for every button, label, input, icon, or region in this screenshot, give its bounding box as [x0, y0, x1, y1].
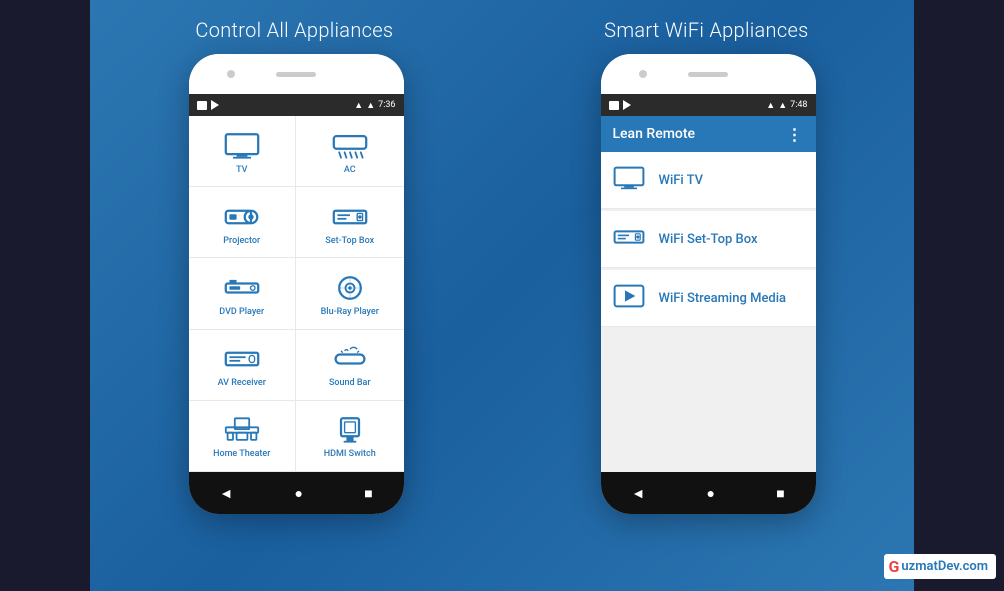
battery-small-icon — [197, 101, 207, 110]
grid-item-avreceiver[interactable]: AV Receiver — [189, 330, 297, 401]
settopbox-icon — [332, 203, 368, 231]
grid-item-settopbox[interactable]: Set-Top Box — [296, 187, 404, 258]
list-item-settopbox[interactable]: WiFi Set-Top Box — [601, 211, 816, 268]
wifitv-icon — [613, 166, 645, 194]
soundbar-icon — [332, 345, 368, 373]
wifi-right-icon: ▲ — [778, 100, 787, 111]
play-icon — [211, 100, 219, 110]
phone-screen-right: ▲ ▲ 7:48 Lean Remote ⋮ — [601, 94, 816, 472]
phone-top-left — [189, 54, 404, 94]
speaker-left — [276, 72, 316, 77]
grid-item-tv[interactable]: TV — [189, 116, 297, 187]
back-btn-right[interactable]: ◄ — [631, 485, 645, 502]
more-options-icon[interactable]: ⋮ — [787, 125, 804, 144]
ac-label: AC — [344, 165, 356, 175]
grid-screen: TV AC — [189, 116, 404, 472]
grid-item-hometheater[interactable]: Home Theater — [189, 401, 297, 472]
status-bar-left: ▲ ▲ 7:36 — [189, 94, 404, 116]
left-phone: ▲ ▲ 7:36 TV — [189, 54, 404, 514]
speaker-right — [688, 72, 728, 77]
right-phone: ▲ ▲ 7:48 Lean Remote ⋮ — [601, 54, 816, 514]
battery-small-right-icon — [609, 101, 619, 110]
section-headers: Control All Appliances Smart WiFi Applia… — [90, 0, 914, 54]
tv-label: TV — [236, 165, 247, 175]
hdmi-label: HDMI Switch — [324, 449, 376, 459]
phone-bottom-right: ◄ ● ■ — [601, 472, 816, 514]
grid-item-projector[interactable]: Projector — [189, 187, 297, 258]
main-content: Control All Appliances Smart WiFi Applia… — [90, 0, 914, 591]
wifi-signal-icon: ▲ — [366, 100, 375, 111]
list-item-streaming[interactable]: WiFi Streaming Media — [601, 270, 816, 327]
app-header: Lean Remote ⋮ — [601, 116, 816, 152]
soundbar-label: Sound Bar — [329, 378, 371, 388]
streaming-label: WiFi Streaming Media — [659, 291, 787, 306]
list-screen: WiFi TV WiFi S — [601, 152, 816, 472]
phone-bottom-left: ◄ ● ■ — [189, 472, 404, 514]
left-section-title: Control All Appliances — [195, 18, 393, 42]
tv-icon — [224, 132, 260, 160]
status-right-icons: ▲ ▲ 7:36 — [354, 100, 395, 111]
phone-top-right — [601, 54, 816, 94]
watermark: G uzmatDev.com — [884, 554, 996, 579]
settopbox-list-label: WiFi Set-Top Box — [659, 232, 758, 247]
play-right-icon — [623, 100, 631, 110]
watermark-text: uzmatDev.com — [901, 559, 988, 574]
signal-icon: ▲ — [354, 100, 363, 111]
grid-item-soundbar[interactable]: Sound Bar — [296, 330, 404, 401]
avreceiver-label: AV Receiver — [218, 378, 266, 388]
recent-btn-left[interactable]: ■ — [364, 485, 372, 502]
right-panel — [914, 0, 1004, 591]
status-bar-right: ▲ ▲ 7:48 — [601, 94, 816, 116]
grid-item-dvd[interactable]: DVD Player — [189, 258, 297, 329]
streaming-icon — [613, 284, 645, 312]
projector-label: Projector — [223, 236, 260, 246]
watermark-dev: Dev — [938, 559, 959, 574]
dvd-label: DVD Player — [219, 307, 264, 317]
settopbox-list-icon — [613, 225, 645, 253]
app-title: Lean Remote — [613, 126, 787, 142]
phone-screen-left: ▲ ▲ 7:36 TV — [189, 94, 404, 472]
home-btn-right[interactable]: ● — [706, 485, 714, 502]
ac-icon — [332, 132, 368, 160]
phones-row: ▲ ▲ 7:36 TV — [90, 54, 914, 591]
avreceiver-icon — [224, 345, 260, 373]
hometheater-label: Home Theater — [213, 449, 270, 459]
hdmi-icon — [332, 416, 368, 444]
dvd-icon — [224, 274, 260, 302]
watermark-logo: G — [888, 557, 899, 576]
bluray-icon — [332, 274, 368, 302]
grid-item-bluray[interactable]: Blu-Ray Player — [296, 258, 404, 329]
home-btn-left[interactable]: ● — [294, 485, 302, 502]
watermark-domain: .com — [959, 559, 988, 574]
recent-btn-right[interactable]: ■ — [776, 485, 784, 502]
grid-item-hdmi[interactable]: HDMI Switch — [296, 401, 404, 472]
status-right-right: ▲ ▲ 7:48 — [766, 100, 807, 111]
list-item-wifitv[interactable]: WiFi TV — [601, 152, 816, 209]
time-right: 7:48 — [790, 100, 807, 110]
wifitv-label: WiFi TV — [659, 173, 704, 188]
back-btn-left[interactable]: ◄ — [219, 485, 233, 502]
status-left-icons — [197, 100, 219, 110]
watermark-plain: uzmat — [901, 559, 937, 574]
time-left: 7:36 — [378, 100, 395, 110]
status-left-right — [609, 100, 631, 110]
hometheater-icon — [224, 416, 260, 444]
left-panel — [0, 0, 90, 591]
right-section-title: Smart WiFi Appliances — [604, 18, 808, 42]
grid-item-ac[interactable]: AC — [296, 116, 404, 187]
settopbox-label: Set-Top Box — [325, 236, 374, 246]
projector-icon — [224, 203, 260, 231]
bluray-label: Blu-Ray Player — [321, 307, 379, 317]
signal-right-icon: ▲ — [766, 100, 775, 111]
